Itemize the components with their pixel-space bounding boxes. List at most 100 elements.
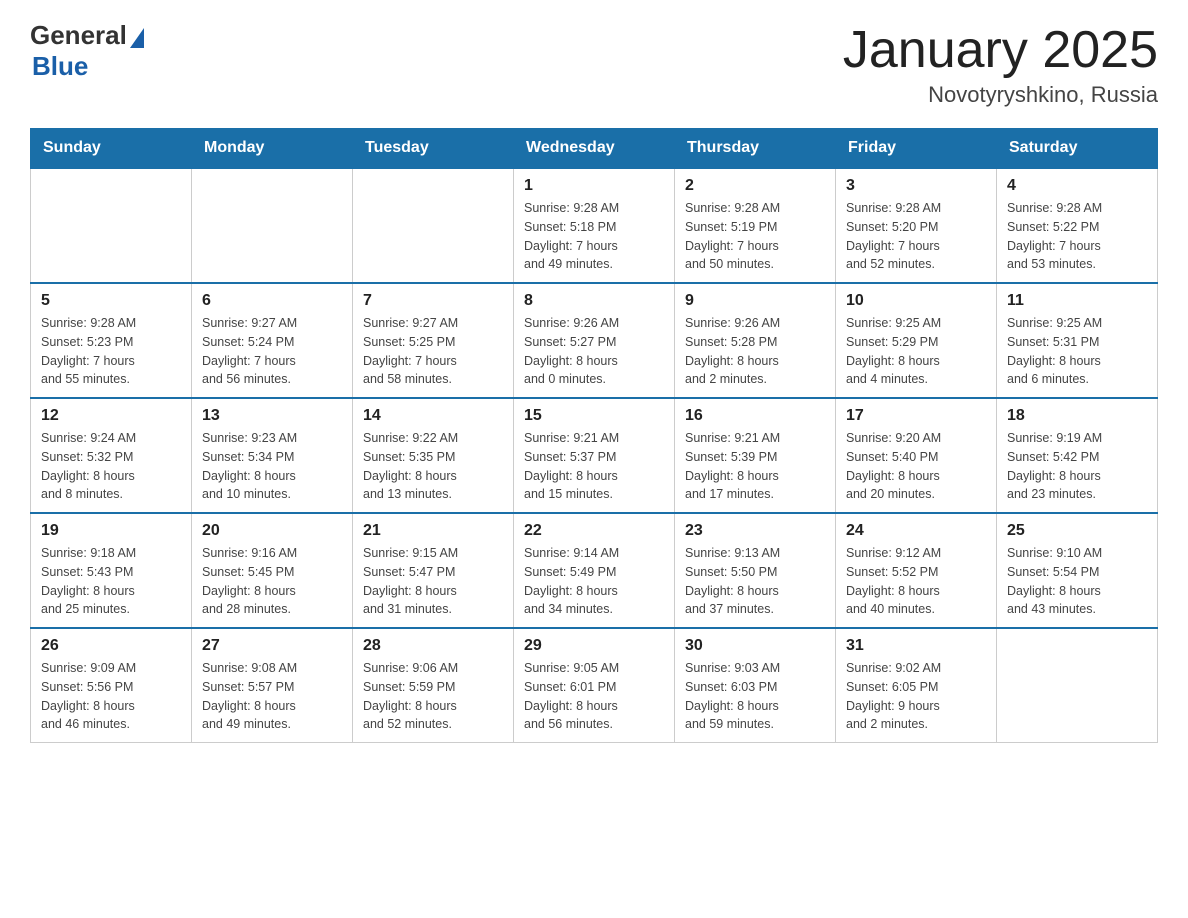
calendar-body: 1 Sunrise: 9:28 AMSunset: 5:18 PMDaylight… [31,168,1158,743]
calendar-cell: 11Sunrise: 9:25 AMSunset: 5:31 PMDayligh… [997,283,1158,398]
logo-triangle-icon [130,28,144,48]
day-info: Sunrise: 9:14 AMSunset: 5:49 PMDaylight:… [524,544,664,619]
day-info: Sunrise: 9:10 AMSunset: 5:54 PMDaylight:… [1007,544,1147,619]
day-of-week-monday: Monday [192,129,353,169]
day-info: Sunrise: 9:28 AMSunset: 5:19 PMDaylight:… [685,199,825,274]
day-number: 6 [202,292,342,310]
day-info: Sunrise: 9:13 AMSunset: 5:50 PMDaylight:… [685,544,825,619]
day-of-week-saturday: Saturday [997,129,1158,169]
day-info: Sunrise: 9:09 AMSunset: 5:56 PMDaylight:… [41,659,181,734]
calendar-cell [353,168,514,283]
day-number: 7 [363,292,503,310]
day-info: Sunrise: 9:27 AMSunset: 5:24 PMDaylight:… [202,314,342,389]
calendar-cell: 13 Sunrise: 9:23 AMSunset: 5:34 PMDayligh… [192,398,353,513]
calendar-cell: 15 Sunrise: 9:21 AMSunset: 5:37 PMDayligh… [514,398,675,513]
day-info: Sunrise: 9:02 AMSunset: 6:05 PMDaylight:… [846,659,986,734]
day-info: Sunrise: 9:22 AMSunset: 5:35 PMDaylight:… [363,429,503,504]
day-of-week-friday: Friday [836,129,997,169]
day-number: 24 [846,522,986,540]
calendar-cell: 10 Sunrise: 9:25 AMSunset: 5:29 PMDayligh… [836,283,997,398]
day-number: 30 [685,637,825,655]
days-of-week-row: SundayMondayTuesdayWednesdayThursdayFrid… [31,129,1158,169]
logo-general-text: General [30,20,127,51]
calendar-cell: 7 Sunrise: 9:27 AMSunset: 5:25 PMDaylight… [353,283,514,398]
day-number: 10 [846,292,986,310]
calendar-cell: 6 Sunrise: 9:27 AMSunset: 5:24 PMDaylight… [192,283,353,398]
calendar-cell: 17 Sunrise: 9:20 AMSunset: 5:40 PMDayligh… [836,398,997,513]
day-number: 22 [524,522,664,540]
day-info: Sunrise: 9:18 AMSunset: 5:43 PMDaylight:… [41,544,181,619]
day-number: 16 [685,407,825,425]
calendar-cell: 26Sunrise: 9:09 AMSunset: 5:56 PMDayligh… [31,628,192,743]
day-number: 21 [363,522,503,540]
calendar-cell: 24Sunrise: 9:12 AMSunset: 5:52 PMDayligh… [836,513,997,628]
day-info: Sunrise: 9:26 AMSunset: 5:27 PMDaylight:… [524,314,664,389]
calendar-cell: 28 Sunrise: 9:06 AMSunset: 5:59 PMDayligh… [353,628,514,743]
title-section: January 2025 Novotyryshkino, Russia [843,20,1158,108]
calendar-cell [997,628,1158,743]
day-number: 28 [363,637,503,655]
day-number: 4 [1007,177,1147,195]
calendar-cell: 31 Sunrise: 9:02 AMSunset: 6:05 PMDayligh… [836,628,997,743]
day-info: Sunrise: 9:28 AMSunset: 5:18 PMDaylight:… [524,199,664,274]
day-number: 15 [524,407,664,425]
day-info: Sunrise: 9:28 AMSunset: 5:20 PMDaylight:… [846,199,986,274]
calendar-week-5: 26Sunrise: 9:09 AMSunset: 5:56 PMDayligh… [31,628,1158,743]
day-number: 19 [41,522,181,540]
day-info: Sunrise: 9:28 AMSunset: 5:22 PMDaylight:… [1007,199,1147,274]
day-number: 13 [202,407,342,425]
day-info: Sunrise: 9:21 AMSunset: 5:39 PMDaylight:… [685,429,825,504]
day-number: 12 [41,407,181,425]
day-number: 8 [524,292,664,310]
day-info: Sunrise: 9:24 AMSunset: 5:32 PMDaylight:… [41,429,181,504]
logo: General Blue [30,20,144,82]
day-number: 14 [363,407,503,425]
day-info: Sunrise: 9:06 AMSunset: 5:59 PMDaylight:… [363,659,503,734]
day-number: 31 [846,637,986,655]
calendar-title: January 2025 [843,20,1158,80]
calendar-cell: 30Sunrise: 9:03 AMSunset: 6:03 PMDayligh… [675,628,836,743]
calendar-week-3: 12 Sunrise: 9:24 AMSunset: 5:32 PMDayligh… [31,398,1158,513]
calendar-cell: 16 Sunrise: 9:21 AMSunset: 5:39 PMDayligh… [675,398,836,513]
calendar-header: SundayMondayTuesdayWednesdayThursdayFrid… [31,129,1158,169]
day-info: Sunrise: 9:28 AMSunset: 5:23 PMDaylight:… [41,314,181,389]
day-info: Sunrise: 9:26 AMSunset: 5:28 PMDaylight:… [685,314,825,389]
day-number: 3 [846,177,986,195]
day-info: Sunrise: 9:08 AMSunset: 5:57 PMDaylight:… [202,659,342,734]
day-number: 1 [524,177,664,195]
calendar-cell: 4 Sunrise: 9:28 AMSunset: 5:22 PMDaylight… [997,168,1158,283]
day-of-week-tuesday: Tuesday [353,129,514,169]
day-info: Sunrise: 9:16 AMSunset: 5:45 PMDaylight:… [202,544,342,619]
day-info: Sunrise: 9:21 AMSunset: 5:37 PMDaylight:… [524,429,664,504]
calendar-cell: 12 Sunrise: 9:24 AMSunset: 5:32 PMDayligh… [31,398,192,513]
day-info: Sunrise: 9:19 AMSunset: 5:42 PMDaylight:… [1007,429,1147,504]
day-number: 9 [685,292,825,310]
calendar-cell: 20Sunrise: 9:16 AMSunset: 5:45 PMDayligh… [192,513,353,628]
calendar-week-2: 5 Sunrise: 9:28 AMSunset: 5:23 PMDaylight… [31,283,1158,398]
day-of-week-wednesday: Wednesday [514,129,675,169]
calendar-week-1: 1 Sunrise: 9:28 AMSunset: 5:18 PMDaylight… [31,168,1158,283]
day-info: Sunrise: 9:27 AMSunset: 5:25 PMDaylight:… [363,314,503,389]
day-number: 27 [202,637,342,655]
day-number: 17 [846,407,986,425]
day-info: Sunrise: 9:23 AMSunset: 5:34 PMDaylight:… [202,429,342,504]
calendar-cell: 18Sunrise: 9:19 AMSunset: 5:42 PMDayligh… [997,398,1158,513]
day-number: 29 [524,637,664,655]
calendar-cell [31,168,192,283]
day-number: 23 [685,522,825,540]
day-number: 2 [685,177,825,195]
calendar-cell: 25Sunrise: 9:10 AMSunset: 5:54 PMDayligh… [997,513,1158,628]
logo-blue-text: Blue [32,51,88,82]
calendar-cell: 2 Sunrise: 9:28 AMSunset: 5:19 PMDaylight… [675,168,836,283]
calendar-cell: 29 Sunrise: 9:05 AMSunset: 6:01 PMDayligh… [514,628,675,743]
day-info: Sunrise: 9:15 AMSunset: 5:47 PMDaylight:… [363,544,503,619]
calendar-cell: 1 Sunrise: 9:28 AMSunset: 5:18 PMDaylight… [514,168,675,283]
calendar-cell: 19 Sunrise: 9:18 AMSunset: 5:43 PMDayligh… [31,513,192,628]
day-number: 11 [1007,292,1147,310]
calendar-subtitle: Novotyryshkino, Russia [843,82,1158,108]
day-number: 5 [41,292,181,310]
day-info: Sunrise: 9:20 AMSunset: 5:40 PMDaylight:… [846,429,986,504]
day-info: Sunrise: 9:05 AMSunset: 6:01 PMDaylight:… [524,659,664,734]
day-info: Sunrise: 9:25 AMSunset: 5:29 PMDaylight:… [846,314,986,389]
calendar-cell: 22 Sunrise: 9:14 AMSunset: 5:49 PMDayligh… [514,513,675,628]
